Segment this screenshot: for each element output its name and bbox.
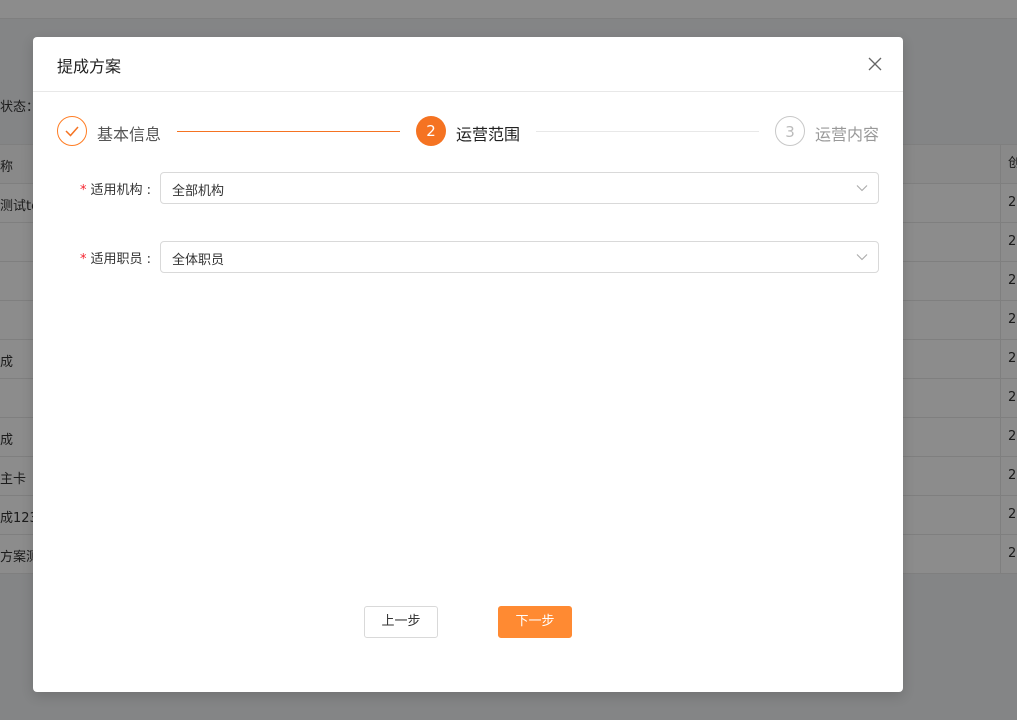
org-label: * 适用机构 : <box>79 183 151 198</box>
step-connector-done <box>177 131 400 132</box>
org-select-value: 全部机构 <box>172 184 225 199</box>
steps: 基本信息 2 运营范围 3 运营内容 <box>57 116 879 148</box>
staff-select[interactable]: 全体职员 <box>160 241 879 273</box>
step-2-number: 2 <box>416 116 446 146</box>
chevron-down-icon <box>856 254 868 261</box>
next-step-button[interactable]: 下一步 <box>498 606 572 638</box>
previous-step-button[interactable]: 上一步 <box>364 606 438 638</box>
staff-label: * 适用职员 : <box>79 252 151 267</box>
step-3-number: 3 <box>775 116 805 146</box>
step-1-label: 基本信息 <box>97 125 162 144</box>
form-item-staff: * 适用职员 : 全体职员 <box>33 241 903 273</box>
close-icon[interactable] <box>867 56 883 72</box>
step-2-label: 运营范围 <box>456 125 521 144</box>
commission-plan-dialog: 提成方案 基本信息 2 运营范围 3 运营内容 * 适用机构 : 全部机构 * … <box>33 37 903 692</box>
check-icon <box>57 116 87 146</box>
step-connector-pending <box>536 131 759 132</box>
form-item-organization: * 适用机构 : 全部机构 <box>33 172 903 204</box>
step-3-label: 运营内容 <box>815 125 880 144</box>
staff-select-value: 全体职员 <box>172 253 225 268</box>
org-select[interactable]: 全部机构 <box>160 172 879 204</box>
dialog-title: 提成方案 <box>57 57 122 76</box>
dialog-header: 提成方案 <box>33 37 903 92</box>
chevron-down-icon <box>856 185 868 192</box>
